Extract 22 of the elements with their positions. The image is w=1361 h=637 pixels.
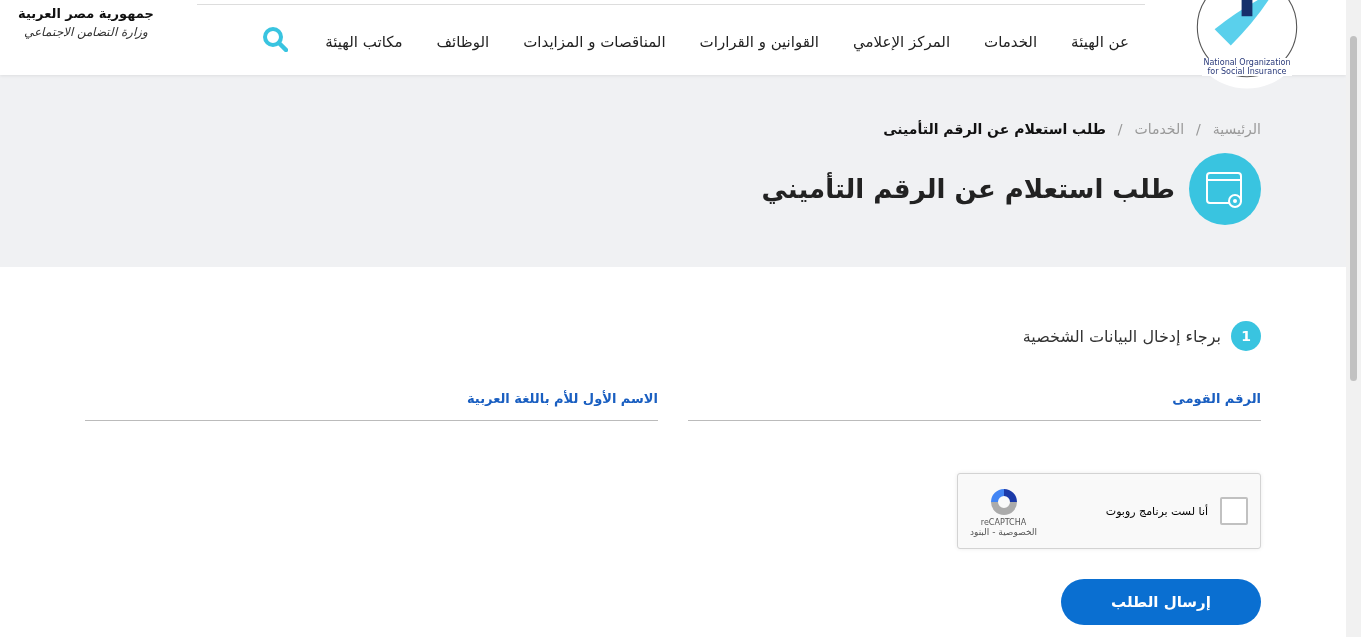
nav-link[interactable]: المركز الإعلامي: [836, 32, 968, 51]
nav-link[interactable]: عن الهيئة: [1054, 32, 1146, 51]
page-title: طلب استعلام عن الرقم التأميني: [761, 174, 1175, 204]
nav-link[interactable]: مكاتب الهيئة: [308, 32, 420, 51]
breadcrumb-item: طلب استعلام عن الرقم التأمينى: [883, 121, 1106, 137]
submit-button[interactable]: إرسال الطلب: [1061, 579, 1261, 625]
privacy-terms-link[interactable]: الخصوصية - البنود: [970, 526, 1037, 537]
ministry-name: جمهورية مصر العربية: [18, 6, 154, 21]
nav-link[interactable]: القوانين و القرارات: [682, 32, 837, 51]
logo-text: National Organization for Social Insurance: [1202, 58, 1292, 76]
input-field[interactable]: الاسم الأول للأم باللغة العربية: [85, 387, 658, 421]
nav-link[interactable]: الخدمات: [967, 32, 1055, 51]
recaptcha-brand: reCAPTCHA: [980, 517, 1027, 527]
captcha-label: أنا لست برنامج روبوت: [1104, 504, 1208, 518]
breadcrumb-separator: /: [1117, 121, 1123, 137]
step-title: برجاء إدخال البيانات الشخصية: [1022, 326, 1221, 346]
input-field[interactable]: الرقم القومى: [688, 387, 1261, 421]
breadcrumb-separator: /: [1196, 121, 1201, 137]
ministry-name: وزارة التضامن الاجتماعي: [24, 25, 148, 39]
nav-link[interactable]: المناقصات و المزايدات: [506, 32, 683, 51]
nav-link[interactable]: الوظائف: [419, 32, 507, 51]
step-number: 1: [1231, 321, 1261, 351]
